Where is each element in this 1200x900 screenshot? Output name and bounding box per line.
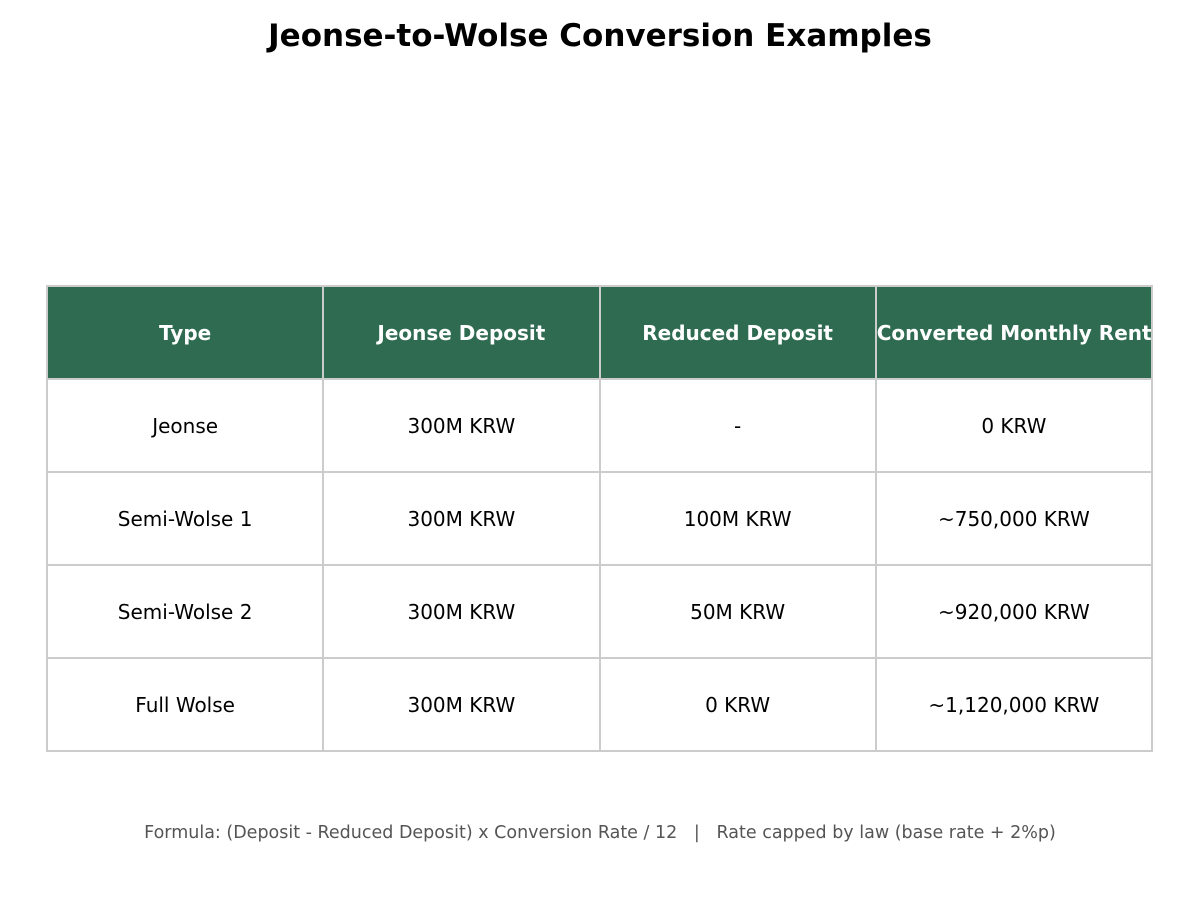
table-row: Jeonse 300M KRW - 0 KRW <box>45 378 1154 473</box>
table-cell: Semi-Wolse 2 <box>45 564 325 659</box>
header-cell-reduced-deposit: Reduced Deposit <box>598 285 877 380</box>
table-cell: ~750,000 KRW <box>874 471 1154 566</box>
header-cell-jeonse-deposit: Jeonse Deposit <box>322 285 601 380</box>
table-cell: - <box>598 378 877 473</box>
table-row: Semi-Wolse 1 300M KRW 100M KRW ~750,000 … <box>45 471 1154 566</box>
table-row: Full Wolse 300M KRW 0 KRW ~1,120,000 KRW <box>45 657 1154 752</box>
chart-title: Jeonse-to-Wolse Conversion Examples <box>268 18 932 54</box>
table-cell: Full Wolse <box>45 657 325 752</box>
formula-footnote: Formula: (Deposit - Reduced Deposit) x C… <box>144 823 1056 843</box>
table-cell: 300M KRW <box>322 564 601 659</box>
table-cell: 300M KRW <box>322 471 601 566</box>
table-cell: 0 KRW <box>874 378 1154 473</box>
table-cell: 50M KRW <box>598 564 877 659</box>
table-row: Semi-Wolse 2 300M KRW 50M KRW ~920,000 K… <box>45 564 1154 659</box>
conversion-table: Type Jeonse Deposit Reduced Deposit Conv… <box>45 285 1154 752</box>
table-cell: Semi-Wolse 1 <box>45 471 325 566</box>
table-header-row: Type Jeonse Deposit Reduced Deposit Conv… <box>45 285 1154 380</box>
table-cell: ~1,120,000 KRW <box>874 657 1154 752</box>
table-cell: 300M KRW <box>322 657 601 752</box>
header-cell-type: Type <box>45 285 325 380</box>
header-cell-converted-monthly-rent: Converted Monthly Rent <box>874 285 1154 380</box>
table-cell: Jeonse <box>45 378 325 473</box>
table-cell: 100M KRW <box>598 471 877 566</box>
table-cell: ~920,000 KRW <box>874 564 1154 659</box>
table-cell: 300M KRW <box>322 378 601 473</box>
table-cell: 0 KRW <box>598 657 877 752</box>
